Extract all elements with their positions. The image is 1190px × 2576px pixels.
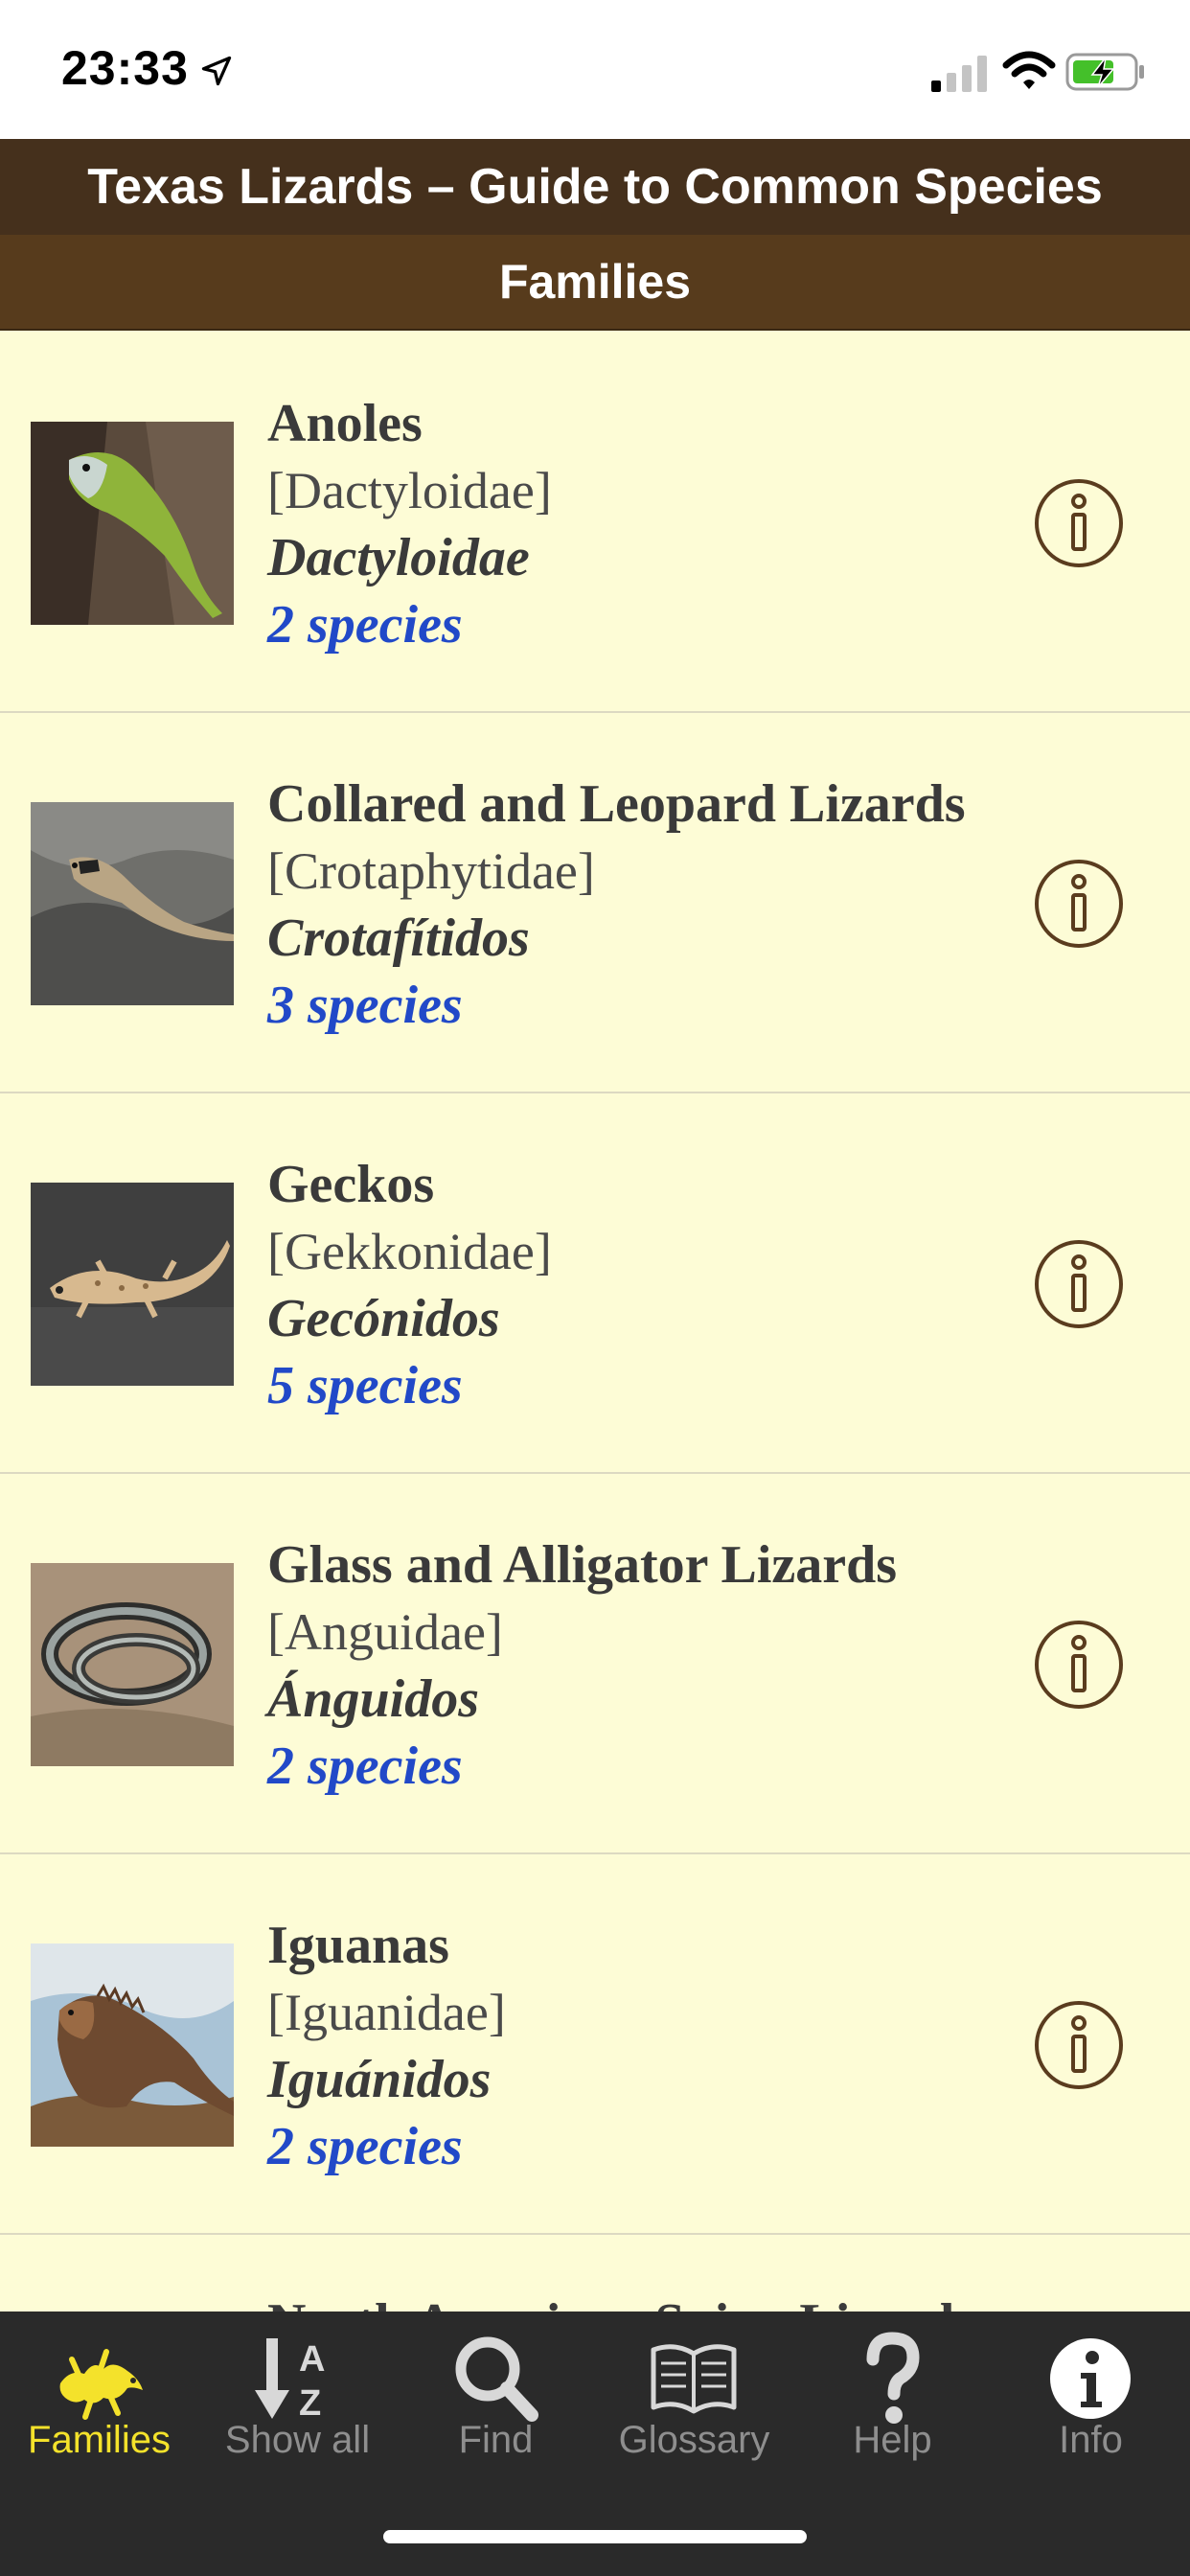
- tab-show-all[interactable]: A Z Show all: [198, 2312, 397, 2484]
- family-row-collared-leopard-lizards[interactable]: Collared and Leopard Lizards [Crotaphyti…: [0, 713, 1190, 1093]
- species-count-link[interactable]: 5 species: [267, 1352, 552, 1419]
- family-list[interactable]: Anoles [Dactyloidae] Dactyloidae 2 speci…: [0, 333, 1190, 2312]
- tab-label: Families: [28, 2419, 171, 2461]
- spanish-name: Crotafítidos: [267, 908, 530, 968]
- info-circle-icon[interactable]: [1034, 859, 1124, 949]
- family-row-geckos[interactable]: Geckos [Gekkonidae] Gecónidos 5 species: [0, 1093, 1190, 1474]
- family-text: Iguanas [Iguanidae] Iguánidos 2 species: [267, 1912, 506, 2180]
- scientific-name: [Gekkonidae]: [267, 1223, 552, 1280]
- tab-label: Glossary: [618, 2419, 770, 2461]
- species-count-link[interactable]: 2 species: [267, 2113, 506, 2180]
- tab-help[interactable]: Help: [793, 2312, 992, 2484]
- family-text: Geckos [Gekkonidae] Gecónidos 5 species: [267, 1151, 552, 1419]
- info-circle-icon[interactable]: [1034, 478, 1124, 568]
- cellular-signal-icon: [931, 56, 987, 92]
- svg-text:A: A: [299, 2339, 325, 2380]
- spanish-name: Dactyloidae: [267, 528, 530, 587]
- app-header: Texas Lizards – Guide to Common Species: [0, 139, 1190, 235]
- tab-label: Info: [1059, 2419, 1123, 2461]
- family-thumbnail: [31, 1183, 234, 1386]
- battery-charging-icon: [1065, 53, 1144, 91]
- sort-az-icon: A Z: [255, 2338, 325, 2424]
- tab-label: Find: [458, 2419, 534, 2461]
- tab-label: Help: [853, 2419, 932, 2461]
- family-thumbnail: [31, 802, 234, 1005]
- tab-info[interactable]: Info: [992, 2312, 1190, 2484]
- section-title: Families: [498, 255, 692, 309]
- family-row-iguanas[interactable]: Iguanas [Iguanidae] Iguánidos 2 species: [0, 1854, 1190, 2235]
- common-name: Anoles: [267, 394, 423, 453]
- lizard-icon: [59, 2349, 143, 2420]
- common-name: Collared and Leopard Lizards: [267, 774, 966, 834]
- common-name: Iguanas: [267, 1916, 449, 1975]
- family-thumbnail: [31, 1563, 234, 1766]
- spanish-name: Gecónidos: [267, 1289, 500, 1348]
- info-circle-icon[interactable]: [1034, 1239, 1124, 1329]
- status-time: 23:33: [61, 41, 189, 95]
- home-indicator[interactable]: [383, 2530, 807, 2543]
- family-text: Collared and Leopard Lizards [Crotaphyti…: [267, 770, 966, 1039]
- common-name: Geckos: [267, 1155, 435, 1214]
- search-icon: [455, 2336, 538, 2422]
- app-title: Texas Lizards – Guide to Common Species: [87, 159, 1103, 215]
- family-thumbnail: [31, 1944, 234, 2147]
- common-name: Glass and Alligator Lizards: [267, 1535, 898, 1595]
- spanish-name: Iguánidos: [267, 2050, 492, 2109]
- info-icon: [1050, 2338, 1131, 2419]
- species-count-link[interactable]: 2 species: [267, 1733, 897, 1800]
- info-circle-icon[interactable]: [1034, 2000, 1124, 2090]
- tab-find[interactable]: Find: [397, 2312, 595, 2484]
- scientific-name: [Crotaphytidae]: [267, 842, 595, 900]
- tab-label: Show all: [224, 2419, 371, 2461]
- book-icon: [651, 2344, 737, 2414]
- section-header: Families: [0, 235, 1190, 331]
- scientific-name: [Anguidae]: [267, 1603, 503, 1661]
- question-icon: [866, 2332, 920, 2424]
- svg-text:Z: Z: [299, 2383, 321, 2424]
- tab-families[interactable]: Families: [0, 2312, 198, 2484]
- tab-glossary[interactable]: Glossary: [595, 2312, 793, 2484]
- species-count-link[interactable]: 2 species: [267, 591, 552, 658]
- family-thumbnail: [31, 422, 234, 625]
- status-bar: 23:33: [0, 0, 1190, 139]
- location-arrow-icon: [201, 56, 232, 86]
- family-text: Anoles [Dactyloidae] Dactyloidae 2 speci…: [267, 390, 552, 658]
- info-circle-icon[interactable]: [1034, 1620, 1124, 1710]
- scientific-name: [Dactyloidae]: [267, 462, 552, 519]
- scientific-name: [Iguanidae]: [267, 1984, 506, 2041]
- family-text: Glass and Alligator Lizards [Anguidae] Á…: [267, 1531, 897, 1800]
- family-row-anoles[interactable]: Anoles [Dactyloidae] Dactyloidae 2 speci…: [0, 333, 1190, 713]
- family-row-glass-alligator-lizards[interactable]: Glass and Alligator Lizards [Anguidae] Á…: [0, 1474, 1190, 1854]
- species-count-link[interactable]: 3 species: [267, 972, 966, 1039]
- spanish-name: Ánguidos: [267, 1669, 479, 1729]
- wifi-icon: [1002, 51, 1056, 89]
